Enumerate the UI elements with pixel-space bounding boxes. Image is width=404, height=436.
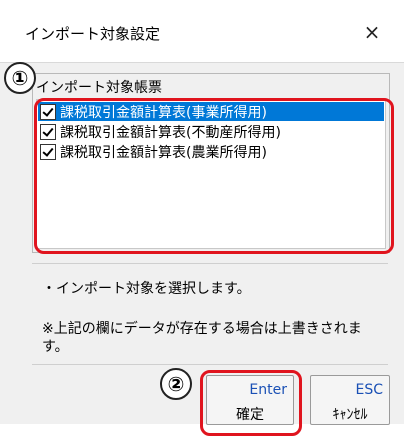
close-icon: × xyxy=(363,20,381,44)
list-item[interactable]: 課税取引金額計算表(不動産所得用) xyxy=(38,122,384,141)
list-item-label: 課税取引金額計算表(農業所得用) xyxy=(60,144,267,161)
title-bar: インポート対象設定 × xyxy=(0,0,404,62)
dialog-body: インポート対象帳票 課税取引金額計算表(事業所得用) 課税取引金額計算表(不動産… xyxy=(0,62,404,425)
confirm-button[interactable]: Enter 確定 xyxy=(206,375,294,425)
info-text: ・インポート対象を選択します。 xyxy=(42,281,251,297)
confirm-label: 確定 xyxy=(236,407,264,423)
note-text: ※上記の欄にデータが存在する場合は上書きされます。 xyxy=(42,321,362,355)
checkbox[interactable] xyxy=(40,123,56,140)
marker-2-icon: ② xyxy=(160,368,192,400)
cancel-label: ｷｬﾝｾﾙ xyxy=(332,407,368,423)
list-item-label: 課税取引金額計算表(事業所得用) xyxy=(60,104,267,121)
info-panel: ・インポート対象を選択します。 ※上記の欄にデータが存在する場合は上書きされます… xyxy=(32,263,388,365)
close-button[interactable]: × xyxy=(352,14,392,50)
confirm-shortcut-key: Enter xyxy=(249,382,287,398)
list-item-label: 課税取引金額計算表(不動産所得用) xyxy=(60,124,281,141)
checkbox[interactable] xyxy=(40,143,56,160)
marker-1-icon: ① xyxy=(4,62,36,94)
target-forms-group: インポート対象帳票 課税取引金額計算表(事業所得用) 課税取引金額計算表(不動産… xyxy=(32,73,390,253)
list-item[interactable]: 課税取引金額計算表(農業所得用) xyxy=(38,142,384,161)
checkbox[interactable] xyxy=(40,103,56,120)
cancel-button[interactable]: ESC ｷｬﾝｾﾙ xyxy=(310,375,390,425)
forms-listbox[interactable]: 課税取引金額計算表(事業所得用) 課税取引金額計算表(不動産所得用) 課税取引金… xyxy=(36,99,386,249)
cancel-shortcut-key: ESC xyxy=(355,382,383,398)
group-title: インポート対象帳票 xyxy=(36,80,162,96)
window-title: インポート対象設定 xyxy=(25,25,161,43)
list-item[interactable]: 課税取引金額計算表(事業所得用) xyxy=(38,102,384,121)
